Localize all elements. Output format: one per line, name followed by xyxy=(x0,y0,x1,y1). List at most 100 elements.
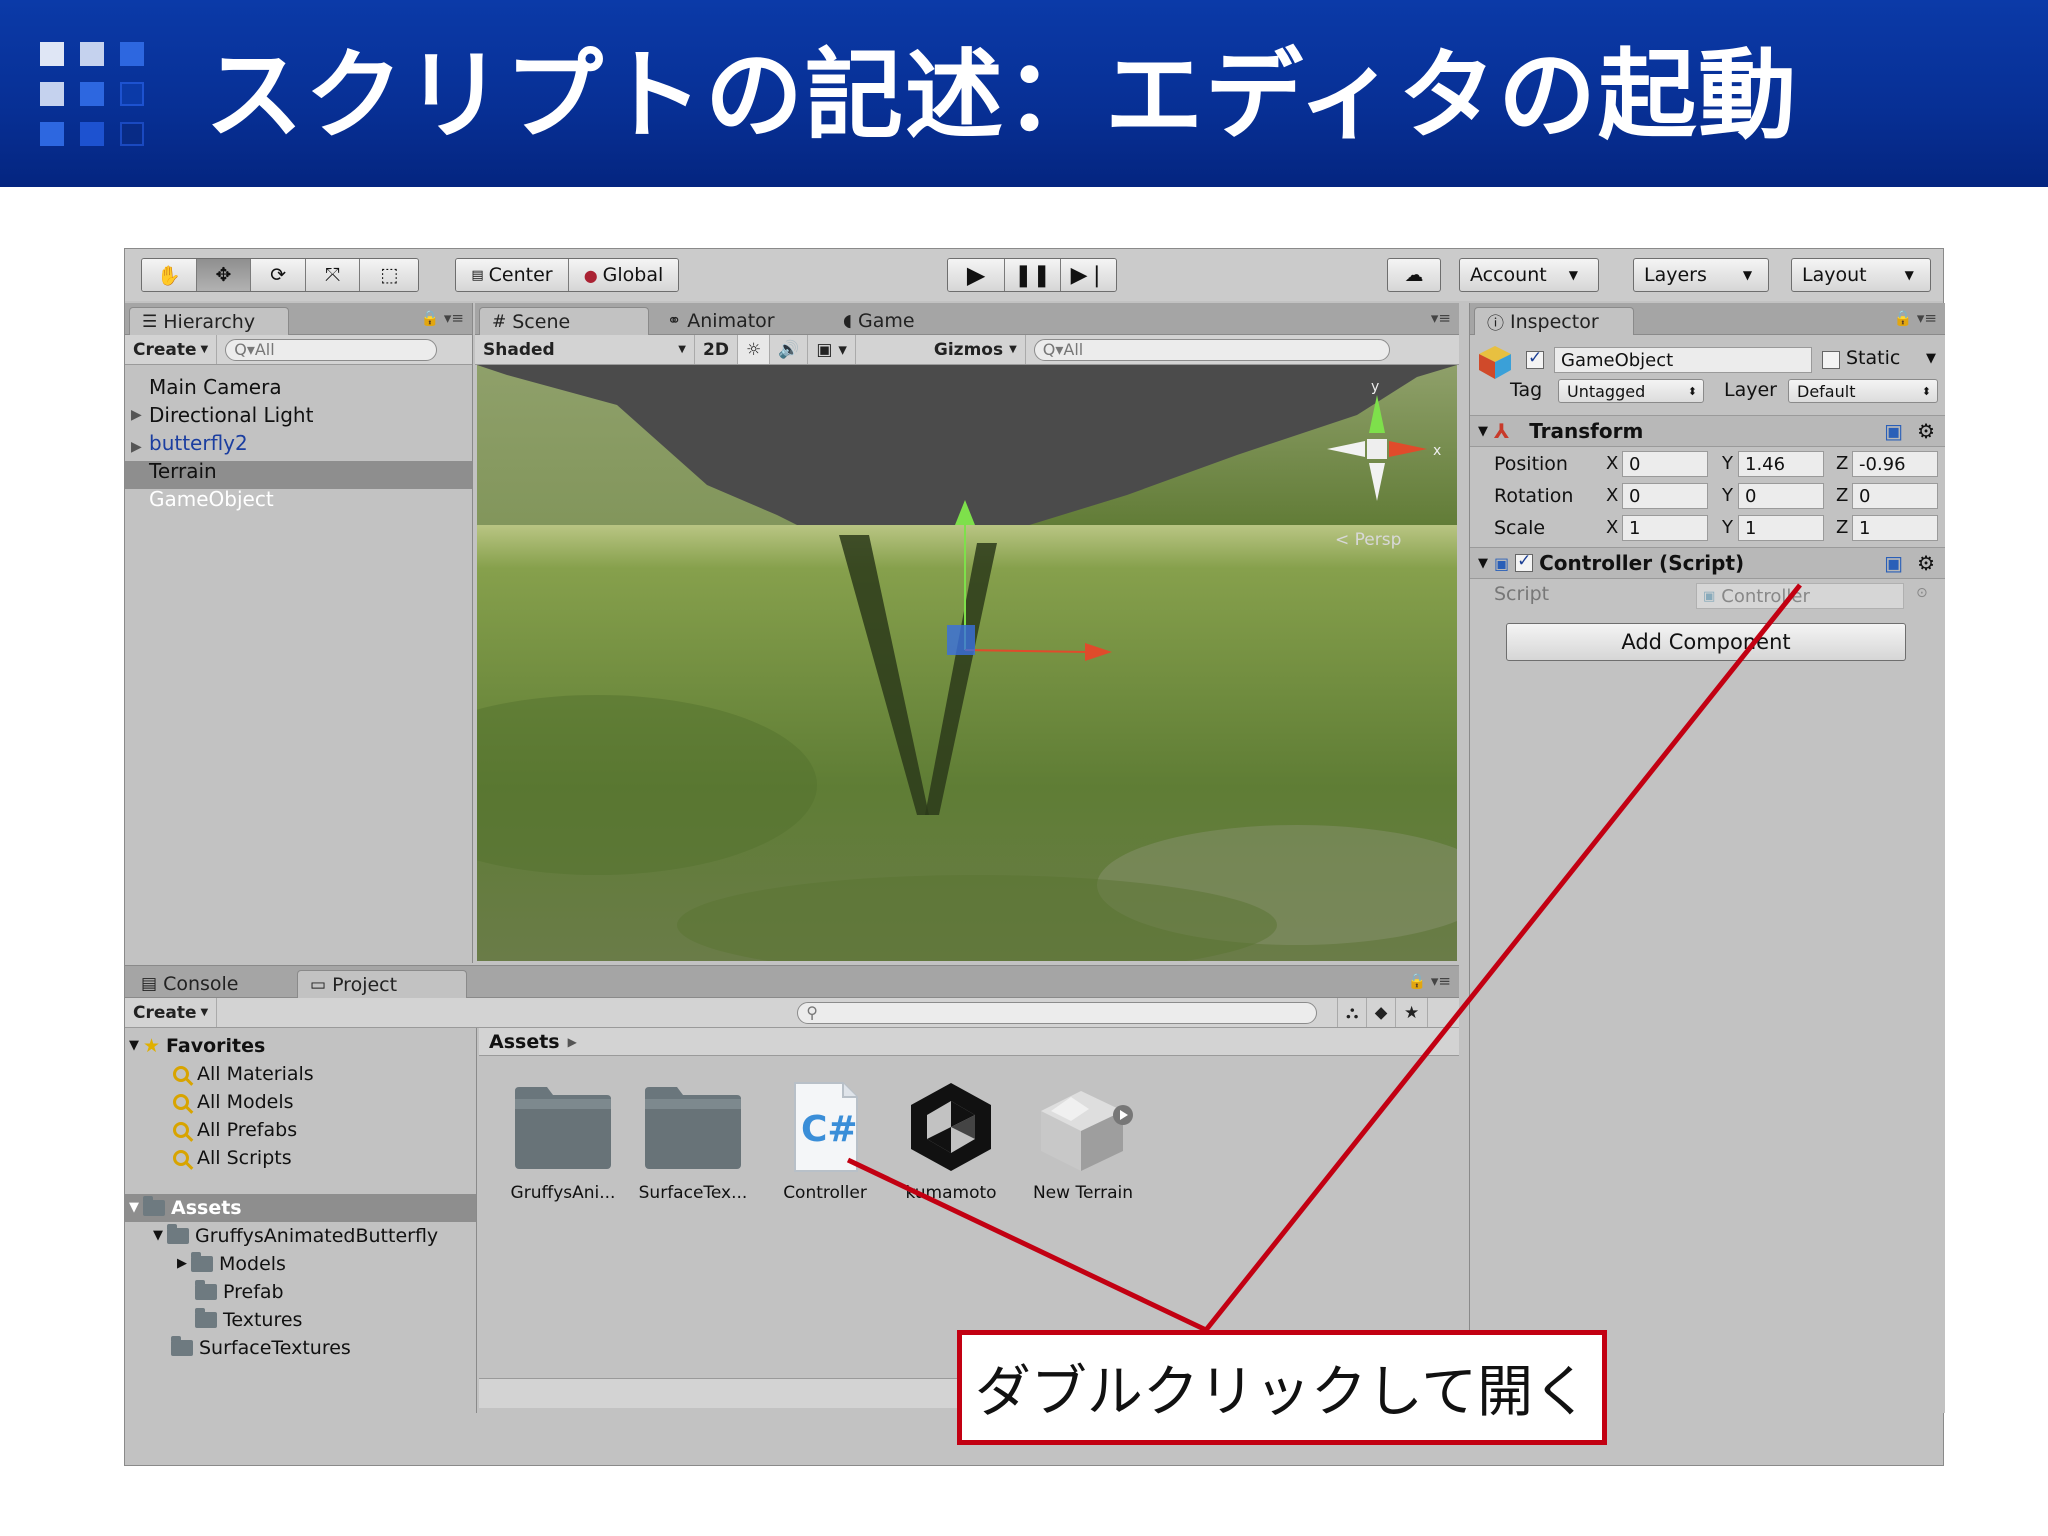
tab-game[interactable]: ◖ Game xyxy=(831,307,1001,335)
persp-label[interactable]: < Persp xyxy=(1335,530,1401,550)
layout-dropdown[interactable]: Layout ▼ xyxy=(1791,258,1931,292)
assets-breadcrumb[interactable]: Assets ▶ xyxy=(479,1028,1459,1056)
hierarchy-create-dropdown[interactable]: Create ▼ xyxy=(125,335,218,364)
filter-label-icon[interactable]: ⬥ xyxy=(1367,998,1397,1027)
tab-scene[interactable]: # Scene xyxy=(479,307,649,335)
hierarchy-search-input[interactable]: Q▾All xyxy=(225,338,438,361)
global-toggle[interactable]: ● Global xyxy=(568,259,678,291)
tab-console[interactable]: ▤ Console xyxy=(129,970,299,998)
project-search-input[interactable]: ⚲ xyxy=(797,1001,1318,1024)
favorite-all-prefabs[interactable]: All Prefabs xyxy=(173,1116,297,1144)
transform-header[interactable]: ▼ ⅄ Transform ▣ ⚙ xyxy=(1470,415,1945,447)
asset-kumamoto-scene[interactable]: kumamoto xyxy=(891,1081,1011,1203)
layer-dropdown[interactable]: Default ⬍ xyxy=(1788,379,1938,403)
object-picker-icon[interactable]: ⊙ xyxy=(1916,585,1928,601)
scale-z-field[interactable]: 1 xyxy=(1852,515,1938,541)
hand-tool-icon[interactable]: ✋ xyxy=(142,259,197,291)
tab-animator[interactable]: ⚭ Animator xyxy=(655,307,825,335)
layers-dropdown[interactable]: Layers ▼ xyxy=(1633,258,1769,292)
position-z-field[interactable]: -0.96 xyxy=(1852,451,1938,477)
project-create-dropdown[interactable]: Create ▼ xyxy=(125,998,218,1027)
rect-tool-icon[interactable]: ⬚ xyxy=(360,259,418,291)
gear-icon[interactable]: ⚙ xyxy=(1917,551,1935,575)
step-button[interactable]: ▶❘ xyxy=(1060,259,1116,291)
filter-type-icon[interactable]: ⛬ xyxy=(1337,998,1368,1027)
controller-script-header[interactable]: ▼ ▣ Controller (Script) ▣ ⚙ xyxy=(1470,547,1945,579)
asset-gruffys-folder[interactable]: GruffysAni... xyxy=(503,1081,623,1203)
image-effects-icon[interactable]: ▣ ▾ xyxy=(808,335,856,364)
panel-menu-icon[interactable]: 🔒 ▾≡ xyxy=(1407,972,1451,990)
hierarchy-item-terrain[interactable]: Terrain xyxy=(149,457,217,485)
scene-viewport[interactable]: y x < Persp xyxy=(477,365,1457,961)
script-enabled-checkbox[interactable] xyxy=(1515,551,1534,572)
hierarchy-item-main-camera[interactable]: Main Camera xyxy=(149,373,282,401)
gear-icon[interactable]: ⚙ xyxy=(1917,419,1935,443)
rotation-z-field[interactable]: 0 xyxy=(1852,483,1938,509)
hierarchy-item-butterfly2[interactable]: butterfly2 xyxy=(149,429,248,457)
favorite-star-icon[interactable]: ★ xyxy=(1396,998,1429,1027)
rotate-tool-icon[interactable]: ⟳ xyxy=(251,259,306,291)
scale-y-field[interactable]: 1 xyxy=(1738,515,1824,541)
tab-inspector[interactable]: ⓘ Inspector xyxy=(1474,307,1634,335)
panel-menu-icon[interactable]: 🔒 ▾≡ xyxy=(420,309,464,327)
axis-z-label: Z xyxy=(1836,485,1849,506)
tree-gruffys-butterfly[interactable]: ▼ GruffysAnimatedButterfly xyxy=(153,1222,438,1250)
hierarchy-panel: ☰ Hierarchy 🔒 ▾≡ Create ▼ Q▾All Main Camer… xyxy=(125,303,473,963)
tree-models[interactable]: ▶ Models xyxy=(177,1250,286,1278)
sun-icon[interactable]: ☼ xyxy=(737,335,771,364)
panel-menu-icon[interactable]: 🔒 ▾≡ xyxy=(1893,309,1937,327)
folder-icon xyxy=(143,1196,165,1216)
asset-controller-script[interactable]: C# Controller xyxy=(765,1081,885,1203)
asset-surface-textures-folder[interactable]: SurfaceTex... xyxy=(633,1081,753,1203)
favorite-all-models[interactable]: All Models xyxy=(173,1088,294,1116)
add-component-button[interactable]: Add Component xyxy=(1506,623,1906,661)
position-y-field[interactable]: 1.46 xyxy=(1738,451,1824,477)
pause-button[interactable]: ❚❚ xyxy=(1005,259,1061,291)
tree-surface-textures[interactable]: SurfaceTextures xyxy=(171,1334,351,1362)
expand-arrow-icon[interactable]: ▶ xyxy=(131,407,142,423)
rotation-y-field[interactable]: 0 xyxy=(1738,483,1824,509)
project-tabrow: ▤ Console ▭ Project 🔒 ▾≡ xyxy=(125,966,1459,998)
2d-toggle[interactable]: 2D xyxy=(695,335,738,364)
gizmos-dropdown[interactable]: Gizmos ▼ xyxy=(926,335,1026,364)
scale-tool-icon[interactable]: ⤧ xyxy=(305,259,361,291)
favorite-all-materials[interactable]: All Materials xyxy=(173,1060,314,1088)
expand-arrow-icon[interactable]: ▶ xyxy=(131,433,142,461)
tab-project[interactable]: ▭ Project xyxy=(297,970,467,998)
rotation-x-field[interactable]: 0 xyxy=(1622,483,1708,509)
tab-hierarchy[interactable]: ☰ Hierarchy xyxy=(129,307,289,335)
tree-prefab[interactable]: Prefab xyxy=(195,1278,284,1306)
help-book-icon[interactable]: ▣ xyxy=(1884,551,1903,575)
favorites-header[interactable]: ▼ ★ Favorites xyxy=(129,1032,265,1060)
position-x-field[interactable]: 0 xyxy=(1622,451,1708,477)
assets-root[interactable]: ▼ Assets xyxy=(129,1194,242,1222)
speaker-icon[interactable]: 🔊 xyxy=(770,335,809,364)
tag-dropdown[interactable]: Untagged ⬍ xyxy=(1558,379,1704,403)
hierarchy-item-gameobject[interactable]: GameObject xyxy=(149,485,274,513)
active-checkbox[interactable] xyxy=(1526,348,1544,369)
center-toggle[interactable]: ▤ Center xyxy=(456,259,569,291)
asset-new-terrain[interactable]: New Terrain xyxy=(1023,1081,1143,1203)
hierarchy-item-directional-light[interactable]: Directional Light xyxy=(149,401,313,429)
scene-search-input[interactable]: Q▾All xyxy=(1033,338,1390,361)
axis-y-label: y xyxy=(1371,379,1379,395)
foldout-arrow-icon: ▼ xyxy=(129,1200,139,1215)
favorite-all-scripts[interactable]: All Scripts xyxy=(173,1144,292,1172)
folder-icon xyxy=(167,1224,189,1244)
help-book-icon[interactable]: ▣ xyxy=(1884,419,1903,443)
tree-textures[interactable]: Textures xyxy=(195,1306,302,1334)
project-tree: ▼ ★ Favorites All Materials All Models All… xyxy=(125,1028,477,1413)
shading-dropdown[interactable]: Shaded ▼ xyxy=(475,335,695,364)
cloud-button[interactable]: ☁ xyxy=(1387,258,1441,292)
static-dropdown-caret-icon[interactable]: ▼ xyxy=(1926,351,1936,366)
foldout-arrow-icon[interactable]: ▼ xyxy=(1478,556,1488,571)
script-label: Script xyxy=(1494,583,1550,605)
object-name-field[interactable]: GameObject xyxy=(1554,347,1812,373)
move-tool-icon[interactable]: ✥ xyxy=(196,259,252,291)
play-button[interactable]: ▶ xyxy=(948,259,1006,291)
account-dropdown[interactable]: Account ▼ xyxy=(1459,258,1599,292)
scale-x-field[interactable]: 1 xyxy=(1622,515,1708,541)
foldout-arrow-icon[interactable]: ▼ xyxy=(1478,424,1488,439)
static-checkbox[interactable] xyxy=(1822,351,1840,369)
panel-menu-icon[interactable]: ▾≡ xyxy=(1431,309,1451,327)
